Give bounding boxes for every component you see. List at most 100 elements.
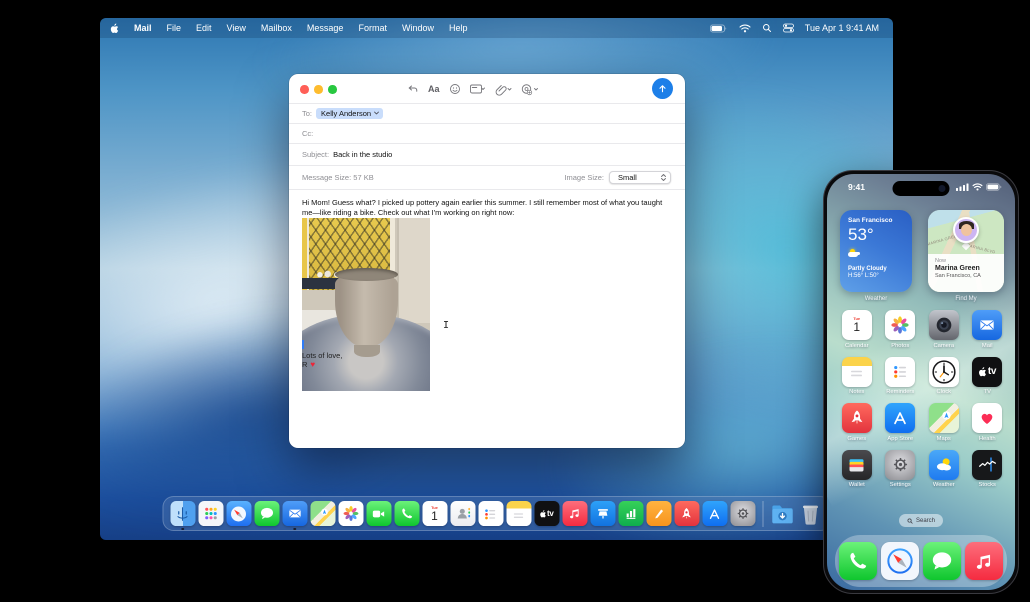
dock-settings-icon[interactable] [730,501,755,526]
dock-finder-icon[interactable] [170,501,195,530]
iphone-dock [835,535,1007,587]
dock-music-icon[interactable] [562,501,587,526]
phone-app-calendar[interactable]: Tue 1 Calendar [835,308,879,355]
dock-pages-icon[interactable] [646,501,671,526]
dock-numbers-icon[interactable] [618,501,643,526]
phone-app-clock[interactable]: Clock [922,355,966,402]
phone-app-health[interactable]: Health [966,401,1010,448]
phone-dock-music-icon[interactable] [965,542,1003,580]
find-my-widget[interactable]: MARINA GREEN DR MARINA BLVD Now Marina G… [928,210,1004,292]
dock-mail-icon[interactable] [282,501,307,530]
spotlight-search-icon[interactable] [762,23,772,33]
phone-dock-messages-icon[interactable] [923,542,961,580]
find-my-location: San Francisco, CA [935,273,981,279]
dock-launchpad-icon[interactable] [198,501,223,526]
text-insertion-caret [302,340,304,349]
wifi-icon[interactable] [739,24,751,33]
weather-widget-label: Weather [864,296,888,302]
home-search-pill[interactable]: Search [898,514,944,527]
control-center-icon[interactable] [782,23,794,33]
iphone-home-screen: 9:41 San Francisco 53° Partly Cloudy H:5… [827,174,1015,590]
find-my-avatar [953,217,979,243]
screenshot-canvas: Mail File Edit View Mailbox Message Form… [0,0,1030,602]
undo-button[interactable] [407,83,419,95]
menu-mailbox[interactable]: Mailbox [261,23,292,33]
close-window-button[interactable] [300,85,309,94]
signature-initial: R [302,360,308,369]
dock-reminders-icon[interactable] [478,501,503,526]
menu-bar-clock[interactable]: Tue Apr 1 9:41 AM [805,23,879,33]
dock-keynote-icon[interactable] [590,501,615,526]
recipient-token[interactable]: Kelly Anderson [316,107,384,119]
dock-safari-icon[interactable] [226,501,251,526]
zoom-window-button[interactable] [328,85,337,94]
menu-format[interactable]: Format [358,23,387,33]
dock-calendar-icon[interactable]: Tue 1 [422,501,447,526]
menu-file[interactable]: File [167,23,182,33]
menu-mail[interactable]: Mail [134,23,152,33]
phone-app-appstore[interactable]: App Store [879,401,923,448]
minimize-window-button[interactable] [314,85,323,94]
phone-app-camera[interactable]: Camera [922,308,966,355]
phone-dock-safari-icon[interactable] [881,542,919,580]
pottery-photo-attachment[interactable] [302,218,430,391]
subject-field[interactable]: Subject: Back in the studio [289,144,685,166]
dock-downloads-icon[interactable] [770,501,795,526]
cc-field[interactable]: Cc: [289,124,685,144]
insert-photo-button[interactable] [521,83,539,96]
attachment-button[interactable] [495,83,512,96]
phone-app-tv[interactable]: tv TV [966,355,1010,402]
phone-app-weather[interactable]: Weather [922,448,966,495]
menu-help[interactable]: Help [449,23,468,33]
popup-arrows-icon [661,173,666,181]
format-button[interactable]: Aa [428,84,440,94]
image-size-label: Image Size: [564,172,604,182]
size-row: Message Size: 57 KB Image Size: Small [289,166,685,190]
menu-window[interactable]: Window [402,23,434,33]
body-paragraph: Hi Mom! Guess what? I picked up pottery … [302,197,663,218]
phone-app-settings[interactable]: Settings [879,448,923,495]
menu-message[interactable]: Message [307,23,344,33]
subject-value: Back in the studio [333,150,393,159]
cellular-signal-icon [956,183,969,191]
phone-app-stocks[interactable]: Stocks [966,448,1010,495]
dock-facetime-icon[interactable] [366,501,391,526]
apple-menu-icon[interactable] [110,22,119,34]
phone-dock-phone-icon[interactable] [839,542,877,580]
to-field[interactable]: To: Kelly Anderson [289,104,685,124]
wifi-icon [972,183,983,191]
phone-app-maps[interactable]: Maps [922,401,966,448]
battery-icon[interactable] [709,24,728,33]
phone-app-wallet[interactable]: Wallet [835,448,879,495]
phone-app-reminders[interactable]: Reminders [879,355,923,402]
search-icon [907,518,913,524]
phone-app-games[interactable]: Games [835,401,879,448]
dock-appstore-icon[interactable] [702,501,727,526]
dock-games-icon[interactable] [674,501,699,526]
closing-line: Lots of love, [302,351,343,360]
menu-edit[interactable]: Edit [196,23,212,33]
weather-city: San Francisco [848,217,893,224]
find-my-widget-label: Find My [955,296,977,302]
header-fields-button[interactable] [469,83,486,95]
dock-messages-icon[interactable] [254,501,279,526]
image-size-dropdown[interactable]: Small [609,170,671,184]
dock-notes-icon[interactable] [506,501,531,526]
dock-photos-icon[interactable] [338,501,363,526]
phone-app-notes[interactable]: Notes [835,355,879,402]
dock-trash-icon[interactable] [798,501,823,526]
phone-app-photos[interactable]: Photos [879,308,923,355]
weather-widget[interactable]: San Francisco 53° Partly Cloudy H:56° L:… [840,210,912,292]
dock-maps-icon[interactable] [310,501,335,526]
to-label: To: [302,108,313,118]
weather-condition: Partly Cloudy [848,266,887,272]
phone-app-mail[interactable]: Mail [966,308,1010,355]
subject-label: Subject: [302,150,330,159]
window-titlebar[interactable]: Aa [289,74,685,104]
dock-tv-icon[interactable]: tv [534,501,559,526]
menu-view[interactable]: View [227,23,246,33]
send-button[interactable] [652,78,673,99]
dock-contacts-icon[interactable] [450,501,475,526]
emoji-button[interactable] [449,83,461,95]
dock-phone-icon[interactable] [394,501,419,526]
